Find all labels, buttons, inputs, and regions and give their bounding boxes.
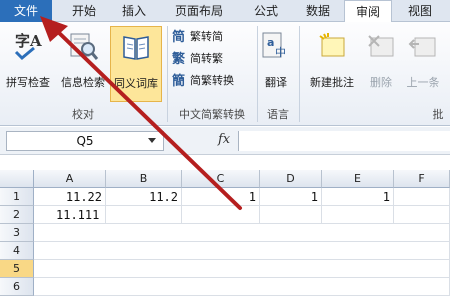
cell-f2[interactable] — [394, 206, 450, 224]
row-4-cells[interactable] — [34, 242, 450, 260]
cell-b1[interactable]: 11.2 — [106, 188, 182, 206]
group-label-proofing: 校对 — [72, 108, 94, 121]
svg-text:简: 简 — [172, 29, 185, 44]
row-5-cells[interactable] — [34, 260, 450, 278]
column-header-b[interactable]: B — [106, 170, 182, 188]
to-traditional-label: 简转繁 — [190, 52, 223, 65]
name-box[interactable]: Q5 — [6, 131, 164, 151]
tab-formulas[interactable]: 公式 — [244, 0, 288, 22]
cell-e1[interactable]: 1 — [322, 188, 394, 206]
cell-e2[interactable] — [322, 206, 394, 224]
svg-text:a: a — [267, 36, 274, 49]
delete-comment-icon — [368, 35, 394, 57]
tab-page-layout[interactable]: 页面布局 — [166, 0, 232, 22]
translate-button[interactable]: a 中 翻译 — [258, 26, 294, 102]
row-6-cells[interactable] — [34, 278, 450, 296]
to-traditional-button[interactable]: 繁 简转繁 — [172, 50, 223, 70]
chinese-convert-button[interactable]: 簡 简繁转换 — [172, 72, 234, 92]
to-simplified-button[interactable]: 简 繁转简 — [172, 28, 223, 48]
new-comment-label: 新建批注 — [310, 76, 354, 89]
thesaurus-icon — [123, 36, 149, 60]
svg-text:簡: 簡 — [172, 73, 185, 88]
svg-text:A: A — [29, 32, 42, 50]
cell-d2[interactable] — [260, 206, 322, 224]
column-header-a[interactable]: A — [34, 170, 106, 188]
group-separator — [299, 26, 300, 122]
research-label: 信息检索 — [61, 76, 105, 89]
delete-comment-label: 删除 — [370, 76, 392, 89]
worksheet-grid: A B C D E F 1 2 3 4 5 6 11.22 11.2 1 1 1… — [0, 170, 450, 300]
row-header-1[interactable]: 1 — [0, 188, 34, 206]
row-header-5[interactable]: 5 — [0, 260, 34, 278]
translate-label: 翻译 — [265, 76, 287, 89]
tab-view[interactable]: 视图 — [400, 0, 440, 22]
cell-a1[interactable]: 11.22 — [34, 188, 106, 206]
tab-review[interactable]: 审阅 — [344, 0, 392, 23]
group-label-language: 语言 — [267, 108, 289, 121]
formula-bar: Q5 fx — [0, 127, 450, 155]
traditional-to-simplified-icon: 简 — [172, 29, 185, 44]
previous-comment-label: 上一条 — [406, 76, 440, 89]
simplified-to-traditional-icon: 繁 — [172, 51, 186, 66]
translate-icon: a 中 — [262, 32, 286, 59]
group-label-chinese: 中文简繁转换 — [179, 108, 245, 121]
previous-comment-button[interactable]: 上一条 — [400, 26, 446, 102]
new-comment-icon — [319, 33, 345, 57]
thesaurus-label: 同义词库 — [114, 77, 158, 90]
tab-insert[interactable]: 插入 — [112, 0, 156, 22]
cell-a2[interactable]: 11.111 — [34, 206, 106, 224]
ribbon-review: 字 A 拼写检查 信息检索 同义词库 校对 简 繁转简 繁 简转繁 簡 简繁转换… — [0, 22, 450, 126]
cell-c1[interactable]: 1 — [182, 188, 260, 206]
select-all-corner[interactable] — [0, 170, 34, 188]
tab-file[interactable]: 文件 — [0, 0, 52, 22]
previous-comment-icon — [408, 37, 436, 57]
row-3-cells[interactable] — [34, 224, 450, 242]
chinese-convert-icon: 簡 — [172, 73, 185, 88]
row-header-4[interactable]: 4 — [0, 242, 34, 260]
row-header-2[interactable]: 2 — [0, 206, 34, 224]
spell-check-button[interactable]: 字 A 拼写检查 — [2, 26, 54, 102]
name-box-dropdown-icon[interactable] — [148, 138, 156, 143]
svg-text:繁: 繁 — [172, 51, 186, 66]
svg-text:中: 中 — [275, 46, 286, 59]
insert-function-icon[interactable]: fx — [218, 132, 230, 147]
group-label-comments: 批 — [432, 108, 444, 121]
column-header-c[interactable]: C — [182, 170, 260, 188]
cell-f1[interactable] — [394, 188, 450, 206]
formula-input[interactable] — [238, 131, 450, 151]
new-comment-button[interactable]: 新建批注 — [302, 26, 362, 102]
research-button[interactable]: 信息检索 — [58, 26, 108, 102]
ribbon-tab-bar: 文件 开始 插入 页面布局 公式 数据 审阅 视图 — [0, 0, 450, 23]
row-header-6[interactable]: 6 — [0, 278, 34, 296]
research-icon — [70, 33, 99, 60]
column-header-e[interactable]: E — [322, 170, 394, 188]
cell-d1[interactable]: 1 — [260, 188, 322, 206]
thesaurus-button[interactable]: 同义词库 — [110, 26, 162, 102]
column-header-f[interactable]: F — [394, 170, 450, 188]
tab-data[interactable]: 数据 — [298, 0, 338, 22]
row-header-3[interactable]: 3 — [0, 224, 34, 242]
tab-home[interactable]: 开始 — [60, 0, 108, 22]
spell-check-icon: 字 A — [14, 32, 42, 61]
to-simplified-label: 繁转简 — [190, 30, 223, 43]
delete-comment-button[interactable]: 删除 — [364, 26, 398, 102]
cell-b2[interactable] — [106, 206, 182, 224]
excel-window: 文件 开始 插入 页面布局 公式 数据 审阅 视图 字 A 拼写检查 信息检索 … — [0, 0, 450, 300]
chinese-convert-label: 简繁转换 — [190, 74, 234, 87]
cell-c2[interactable] — [182, 206, 260, 224]
spell-check-label: 拼写检查 — [6, 76, 50, 89]
column-header-d[interactable]: D — [260, 170, 322, 188]
svg-text:字: 字 — [15, 32, 30, 50]
